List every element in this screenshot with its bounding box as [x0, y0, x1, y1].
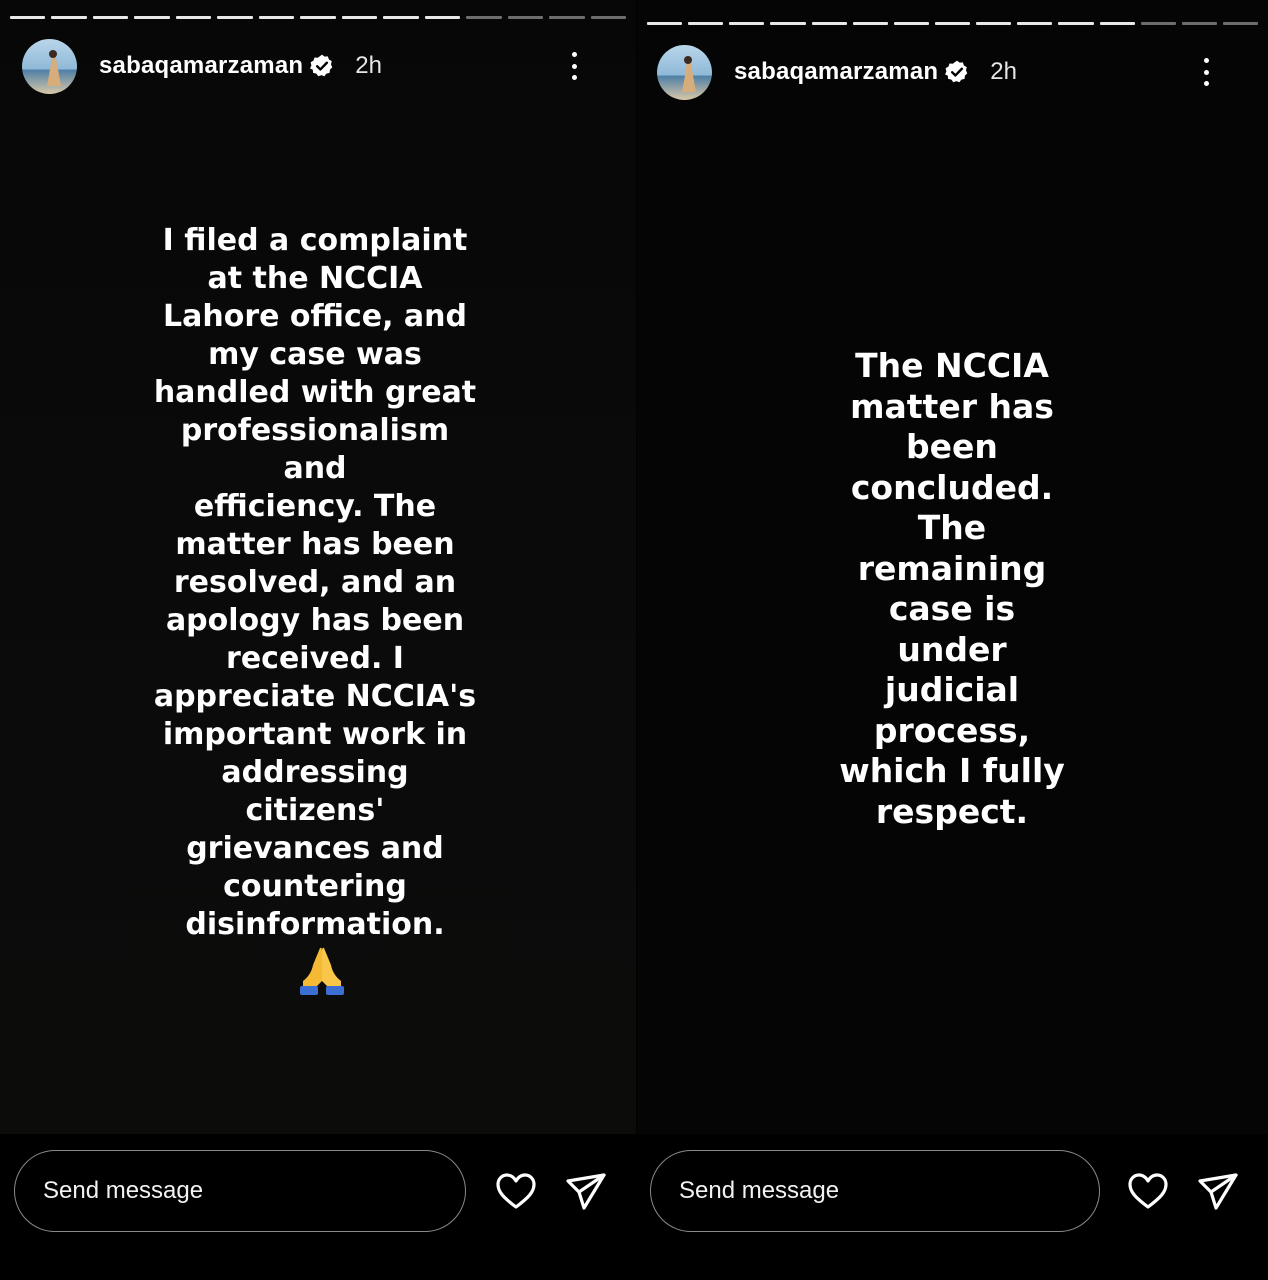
verified-badge-icon: [945, 60, 968, 83]
username[interactable]: sabaqamarzaman: [99, 52, 303, 80]
send-message-input[interactable]: Send message: [650, 1150, 1100, 1232]
folded-hands-emoji: [300, 947, 344, 995]
story-text: The NCCIA matter has been concluded. The…: [839, 346, 1065, 831]
avatar[interactable]: [657, 44, 712, 100]
story-panel-2[interactable]: sabaqamarzaman 2h The NCCIA matter has b…: [637, 0, 1268, 1280]
share-icon[interactable]: [564, 1170, 608, 1214]
story-footer: Send message: [0, 1134, 636, 1280]
post-time: 2h: [355, 52, 382, 79]
heart-icon[interactable]: [494, 1170, 538, 1214]
username[interactable]: sabaqamarzaman: [734, 58, 938, 86]
story-footer: Send message: [637, 1134, 1268, 1280]
story-progress-bar: [647, 22, 1259, 26]
verified-badge-icon: [310, 54, 333, 77]
story-header: sabaqamarzaman 2h: [657, 44, 1246, 100]
avatar[interactable]: [22, 38, 77, 94]
story-text: I filed a complaint at the NCCIA Lahore …: [153, 223, 477, 942]
share-icon[interactable]: [1196, 1170, 1240, 1214]
story-progress-bar: [10, 16, 627, 20]
heart-icon[interactable]: [1126, 1170, 1170, 1214]
more-options-icon[interactable]: [564, 48, 584, 84]
send-message-input[interactable]: Send message: [14, 1150, 466, 1232]
story-panel-1[interactable]: sabaqamarzaman 2h I filed a complaint at…: [0, 0, 636, 1280]
more-options-icon[interactable]: [1196, 54, 1216, 90]
story-header: sabaqamarzaman 2h: [22, 38, 614, 94]
post-time: 2h: [990, 58, 1017, 85]
